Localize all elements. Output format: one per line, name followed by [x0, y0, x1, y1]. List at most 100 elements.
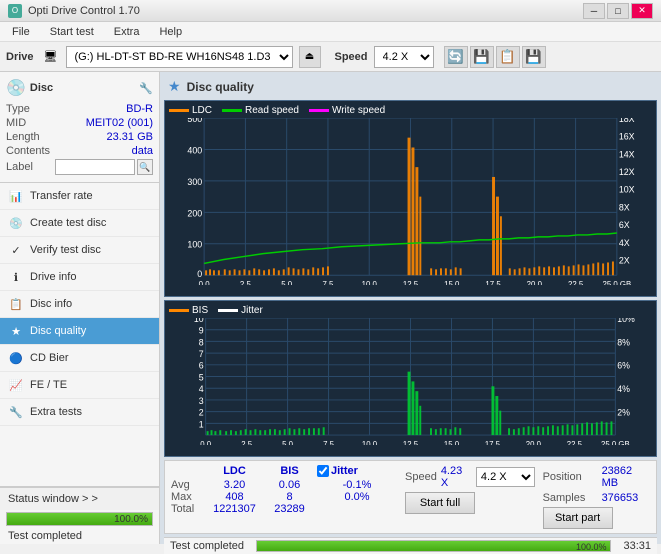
maximize-button[interactable]: □	[607, 3, 629, 19]
stats-col-bis: BIS	[262, 465, 317, 477]
svg-text:2: 2	[199, 408, 204, 418]
drive-action-btn2[interactable]: 💾	[470, 46, 494, 68]
svg-text:2%: 2%	[617, 408, 630, 418]
drive-select[interactable]: (G:) HL-DT-ST BD-RE WH16NS48 1.D3	[66, 46, 293, 68]
bottom-progress-container: 100.0%	[256, 540, 611, 552]
menu-help[interactable]: Help	[151, 24, 190, 40]
svg-text:5.0: 5.0	[281, 280, 293, 285]
disc-panel-icon: 💿	[6, 78, 26, 98]
disc-type-label: Type	[6, 103, 30, 115]
samples-value: 376653	[602, 492, 639, 504]
nav-create-test-disc[interactable]: 💿 Create test disc	[0, 210, 159, 237]
drive-bar: Drive 🖥 (G:) HL-DT-ST BD-RE WH16NS48 1.D…	[0, 42, 661, 72]
status-window-button[interactable]: Status window > >	[0, 487, 159, 510]
close-button[interactable]: ✕	[631, 3, 653, 19]
menu-extra[interactable]: Extra	[106, 24, 148, 40]
nav-disc-info[interactable]: 📋 Disc info	[0, 291, 159, 318]
nav-drive-info[interactable]: ℹ Drive info	[0, 264, 159, 291]
content-area: ★ Disc quality LDC Read speed Write spee…	[160, 72, 661, 544]
jitter-max: 0.0%	[317, 491, 397, 503]
eject-button[interactable]: ⏏	[299, 46, 321, 68]
stats-avg-ldc: 3.20	[207, 479, 262, 491]
disc-label-row: Label 🔍	[6, 158, 153, 176]
svg-text:22.5: 22.5	[567, 440, 583, 445]
samples-row: Samples 376653	[543, 492, 650, 504]
drive-action-btn1[interactable]: 🔄	[444, 46, 468, 68]
svg-text:400: 400	[187, 145, 202, 155]
read-color-swatch	[222, 109, 242, 112]
nav-create-test-disc-label: Create test disc	[30, 217, 106, 229]
stats-avg-label: Avg	[171, 479, 207, 491]
svg-text:200: 200	[187, 208, 202, 218]
svg-text:8: 8	[199, 337, 204, 347]
stats-total-bis: 23289	[262, 503, 317, 515]
svg-text:6X: 6X	[619, 220, 630, 230]
jitter-column: Jitter -0.1% 0.0%	[317, 465, 397, 503]
content-title: Disc quality	[187, 80, 254, 94]
speed-label-text: Speed	[405, 471, 437, 483]
svg-text:9: 9	[199, 326, 204, 336]
drive-action-btn4[interactable]: 💾	[522, 46, 546, 68]
stats-avg-bis: 0.06	[262, 479, 317, 491]
chart1-svg: 500 400 300 200 100 0 18X 16X 14X 12X 10…	[169, 118, 652, 285]
app-icon: O	[8, 4, 22, 18]
samples-label: Samples	[543, 492, 598, 504]
svg-text:12.5: 12.5	[403, 280, 419, 285]
svg-text:500: 500	[187, 118, 202, 124]
nav-extra-tests[interactable]: 🔧 Extra tests	[0, 399, 159, 426]
legend-read: Read speed	[222, 105, 299, 116]
extra-tests-icon: 🔧	[8, 404, 24, 420]
drive-action-btn3[interactable]: 📋	[496, 46, 520, 68]
svg-text:5: 5	[199, 372, 204, 382]
start-full-button[interactable]: Start full	[405, 492, 475, 514]
minimize-button[interactable]: ─	[583, 3, 605, 19]
nav-verify-test-disc[interactable]: ✓ Verify test disc	[0, 237, 159, 264]
stats-max-label: Max	[171, 491, 207, 503]
svg-text:100: 100	[187, 240, 202, 250]
chart1-container: LDC Read speed Write speed	[164, 100, 657, 297]
disc-label-icon-btn[interactable]: 🔍	[137, 159, 153, 175]
drive-label: Drive	[6, 51, 34, 63]
svg-text:15.0: 15.0	[444, 280, 460, 285]
start-part-button[interactable]: Start part	[543, 507, 613, 529]
svg-text:6: 6	[199, 361, 204, 371]
nav-fe-te-label: FE / TE	[30, 379, 67, 391]
jitter-avg: -0.1%	[317, 479, 397, 491]
disc-contents-label: Contents	[6, 145, 50, 157]
app-title: Opti Drive Control 1.70	[28, 5, 140, 17]
disc-mid-value: MEIT02 (001)	[86, 117, 153, 129]
cd-bier-icon: 🔵	[8, 350, 24, 366]
svg-text:5.0: 5.0	[282, 440, 294, 445]
menu-file[interactable]: File	[4, 24, 38, 40]
nav-disc-quality[interactable]: ★ Disc quality	[0, 318, 159, 345]
disc-length-label: Length	[6, 131, 40, 143]
bis-color-swatch	[169, 309, 189, 312]
chart2-container: BIS Jitter	[164, 300, 657, 457]
nav-transfer-rate[interactable]: 📊 Transfer rate	[0, 183, 159, 210]
menu-start-test[interactable]: Start test	[42, 24, 102, 40]
svg-text:20.0: 20.0	[526, 440, 542, 445]
svg-text:0: 0	[197, 269, 202, 279]
stats-total-row: Total 1221307 23289	[171, 503, 317, 515]
disc-label-label: Label	[6, 161, 33, 173]
svg-text:20.0: 20.0	[527, 280, 543, 285]
svg-text:18X: 18X	[619, 118, 635, 124]
drive-icon: 🖥	[44, 50, 58, 63]
svg-text:10: 10	[194, 318, 204, 324]
svg-text:25.0 GB: 25.0 GB	[601, 440, 630, 445]
status-text: Test completed	[0, 528, 159, 544]
disc-label-input[interactable]	[55, 159, 135, 175]
disc-length-row: Length 23.31 GB	[6, 130, 153, 144]
disc-panel: 💿 Disc 🔧 Type BD-R MID MEIT02 (001) Leng…	[0, 72, 159, 183]
svg-text:2.5: 2.5	[240, 280, 252, 285]
svg-text:12X: 12X	[619, 167, 635, 177]
legend-jitter: Jitter	[218, 305, 263, 316]
disc-info-icon: 📋	[8, 296, 24, 312]
speed-select[interactable]: 4.2 X	[374, 46, 434, 68]
svg-text:17.5: 17.5	[485, 280, 501, 285]
svg-text:22.5: 22.5	[568, 280, 584, 285]
speed-select-stats[interactable]: 4.2 X	[476, 467, 535, 487]
nav-cd-bier[interactable]: 🔵 CD Bier	[0, 345, 159, 372]
jitter-checkbox[interactable]	[317, 465, 329, 477]
nav-fe-te[interactable]: 📈 FE / TE	[0, 372, 159, 399]
